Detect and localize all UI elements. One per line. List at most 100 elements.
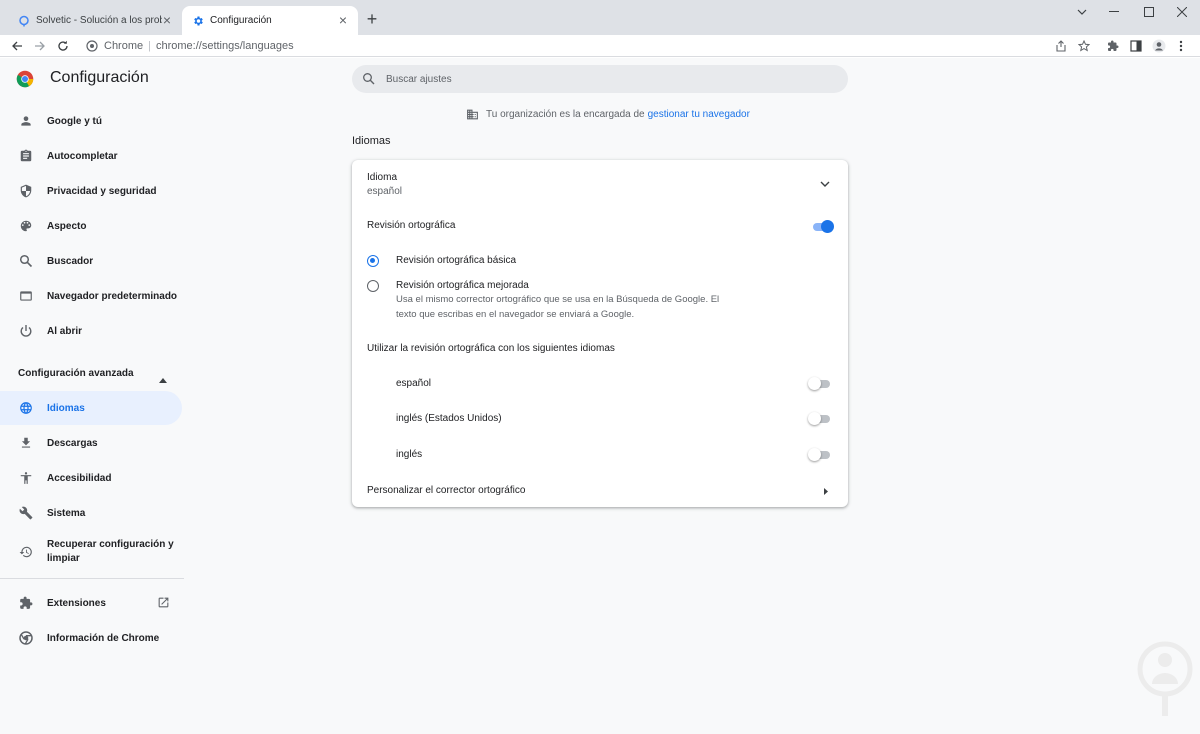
sidebar-item-autofill[interactable]: Autocompletar: [0, 139, 182, 173]
sidebar-item-label: Navegador predeterminado: [47, 290, 178, 302]
profile-avatar-icon[interactable]: [1150, 37, 1168, 55]
caret-up-icon[interactable]: [159, 370, 167, 388]
sidebar-item-label-line1: Recuperar configuración y: [47, 539, 174, 550]
chrome-icon: [18, 630, 34, 646]
open-in-new-icon: [157, 596, 170, 612]
settings-search[interactable]: [352, 65, 848, 93]
search-input[interactable]: [386, 73, 806, 85]
language-toggle-ingles-us[interactable]: [808, 412, 830, 425]
tab-search-chevron-icon[interactable]: [1072, 4, 1092, 20]
person-icon: [18, 113, 34, 129]
language-value: español: [367, 186, 403, 197]
sidebar-item-languages[interactable]: Idiomas: [0, 391, 182, 425]
sidebar-item-label: Sistema: [47, 507, 86, 519]
browser-toolbar: Chrome | chrome://settings/languages: [0, 35, 1200, 57]
maximize-icon[interactable]: [1139, 4, 1159, 20]
clipboard-icon: [18, 148, 34, 164]
sidebar-item-on-startup[interactable]: Al abrir: [0, 314, 182, 348]
caret-right-icon: [824, 487, 828, 498]
sidebar-item-label: Aspecto: [47, 220, 87, 232]
sidebar-item-accessibility[interactable]: Accesibilidad: [0, 461, 182, 495]
sidebar-item-label-line2: limpiar: [47, 553, 80, 564]
managed-notice: Tu organización es la encargada de gesti…: [466, 108, 750, 121]
manage-browser-link[interactable]: gestionar tu navegador: [648, 109, 750, 120]
omnibox[interactable]: Chrome | chrome://settings/languages: [80, 36, 1100, 56]
tab-title: Solvetic - Solución a los problemas: [36, 15, 162, 26]
sidebar-item-label: Recuperar configuración y limpiar: [47, 538, 174, 566]
sidebar-item-label: Extensiones: [47, 597, 106, 609]
forward-arrow-icon[interactable]: [31, 37, 49, 55]
sidebar-item-label: Al abrir: [47, 325, 83, 337]
section-title: Idiomas: [352, 135, 391, 147]
spellcheck-enhanced-radio[interactable]: [367, 280, 379, 292]
extensions-puzzle-icon[interactable]: [1104, 37, 1122, 55]
power-icon: [18, 323, 34, 339]
language-item-label: inglés: [396, 449, 423, 460]
sidebar-item-search-engine[interactable]: Buscador: [0, 244, 182, 278]
close-window-icon[interactable]: [1172, 4, 1192, 20]
customize-spellcheck-label: Personalizar el corrector ortográfico: [367, 485, 526, 496]
omnibox-url: chrome://settings/languages: [155, 40, 294, 52]
languages-heading: Utilizar la revisión ortográfica con los…: [367, 343, 615, 354]
puzzle-icon: [18, 595, 34, 611]
close-tab-icon[interactable]: ×: [336, 13, 350, 27]
gear-icon: [192, 15, 204, 27]
sidebar-item-label: Descargas: [47, 437, 98, 449]
chevron-down-icon[interactable]: [818, 177, 832, 191]
minimize-icon[interactable]: [1104, 4, 1124, 20]
tab-solvetic[interactable]: Solvetic - Solución a los problemas ×: [8, 6, 182, 35]
tab-configuracion[interactable]: Configuración ×: [182, 6, 358, 35]
sidebar-item-label: Información de Chrome: [47, 632, 160, 644]
sidebar-item-label: Privacidad y seguridad: [47, 185, 157, 197]
search-icon: [18, 253, 34, 269]
more-menu-icon[interactable]: [1172, 37, 1190, 55]
sidebar-item-label: Idiomas: [47, 402, 85, 414]
chrome-site-icon: [86, 40, 98, 55]
omnibox-site-label: Chrome: [104, 40, 144, 52]
tab-strip: Solvetic - Solución a los problemas × Co…: [0, 0, 1200, 35]
bookmark-star-icon[interactable]: [1075, 37, 1093, 55]
building-icon: [467, 109, 478, 120]
sidebar-advanced-toggle[interactable]: Configuración avanzada: [18, 368, 134, 379]
new-tab-button[interactable]: +: [363, 10, 381, 28]
sidebar-item-label: Google y tú: [47, 115, 102, 127]
page-title: Configuración: [50, 69, 149, 86]
settings-page: Configuración Google y tú Autocompletar …: [0, 58, 1200, 734]
sidebar-item-default-browser[interactable]: Navegador predeterminado: [0, 279, 182, 313]
browser-icon: [18, 288, 34, 304]
language-row[interactable]: Idioma español: [352, 160, 848, 206]
spellcheck-label: Revisión ortográfica: [367, 220, 456, 231]
shield-icon: [18, 183, 34, 199]
spellcheck-basic-label: Revisión ortográfica básica: [396, 255, 517, 266]
sidebar-item-downloads[interactable]: Descargas: [0, 426, 182, 460]
sidebar-item-extensions[interactable]: Extensiones: [0, 586, 182, 620]
customize-spellcheck-row[interactable]: Personalizar el corrector ortográfico: [352, 473, 848, 507]
back-arrow-icon[interactable]: [8, 37, 26, 55]
side-panel-icon[interactable]: [1127, 37, 1145, 55]
download-icon: [18, 435, 34, 451]
language-toggle-espanol[interactable]: [808, 377, 830, 390]
sidebar-item-appearance[interactable]: Aspecto: [0, 209, 182, 243]
share-icon[interactable]: [1052, 37, 1070, 55]
sidebar-item-google[interactable]: Google y tú: [0, 104, 182, 138]
solvetic-watermark-logo: [1136, 640, 1194, 718]
sidebar-item-about[interactable]: Información de Chrome: [0, 621, 182, 655]
sidebar-item-system[interactable]: Sistema: [0, 496, 182, 530]
restore-icon: [18, 544, 34, 560]
languages-card: Idioma español Revisión ortográfica Revi…: [352, 160, 848, 507]
close-tab-icon[interactable]: ×: [160, 13, 174, 27]
wrench-icon: [18, 505, 34, 521]
language-item-label: inglés (Estados Unidos): [396, 413, 502, 424]
spellcheck-basic-radio[interactable]: [367, 255, 379, 267]
sidebar-item-label: Autocompletar: [47, 150, 118, 162]
solvetic-favicon-icon: [18, 15, 30, 27]
language-toggle-ingles[interactable]: [808, 448, 830, 461]
sidebar-divider: [0, 578, 184, 579]
sidebar-item-label: Accesibilidad: [47, 472, 112, 484]
chrome-logo-icon: [16, 70, 34, 88]
sidebar-item-reset[interactable]: Recuperar configuración y limpiar: [0, 534, 182, 570]
reload-icon[interactable]: [54, 37, 72, 55]
sidebar-item-privacy[interactable]: Privacidad y seguridad: [0, 174, 182, 208]
spellcheck-toggle[interactable]: [811, 220, 834, 233]
spellcheck-enhanced-desc-line1: Usa el mismo corrector ortográfico que s…: [396, 294, 720, 305]
